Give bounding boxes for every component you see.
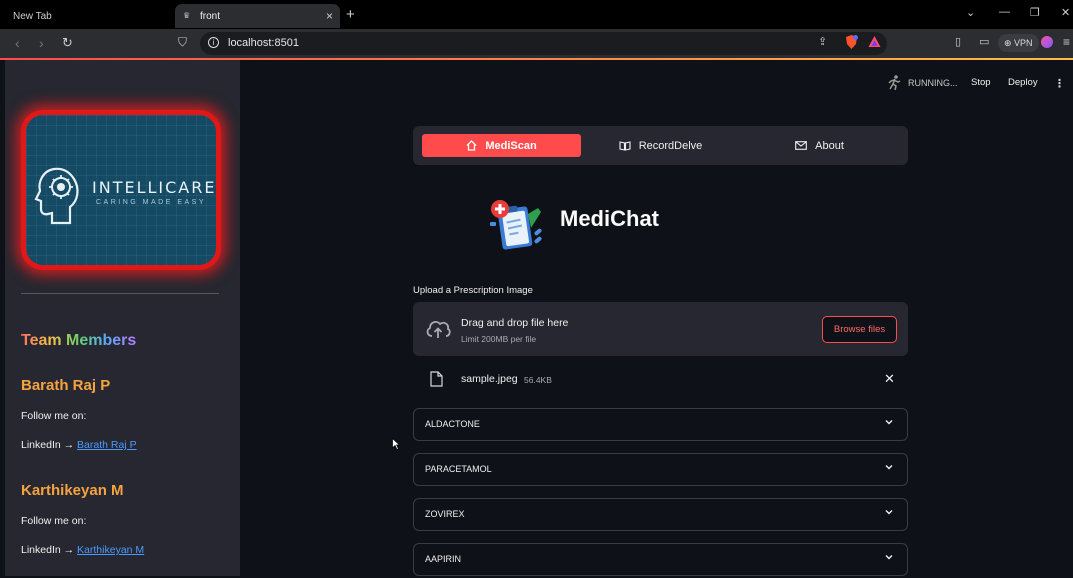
chevron-down-icon	[885, 420, 893, 425]
follow-text: Follow me on:	[21, 410, 87, 422]
share-icon[interactable]: ⇪	[818, 35, 827, 48]
brain-head-icon	[34, 167, 79, 225]
sidebar-toggle-icon[interactable]: ▯	[955, 35, 961, 48]
bookmark-icon[interactable]: ⛉	[178, 35, 187, 50]
expander-label: PARACETAMOL	[425, 464, 492, 474]
envelope-icon	[795, 141, 807, 150]
chevron-down-icon	[885, 510, 893, 515]
uploaded-file-row: sample.jpeg 56.4KB ✕	[413, 366, 908, 394]
remove-file-icon[interactable]: ✕	[884, 371, 895, 387]
upload-label: Upload a Prescription Image	[413, 285, 533, 296]
tab-new-tab[interactable]: New Tab	[6, 4, 166, 28]
follow-text: Follow me on:	[21, 515, 87, 527]
linkedin-prefix: LinkedIn →	[21, 439, 75, 451]
linkedin-link-barath[interactable]: Barath Raj P	[77, 439, 137, 451]
page-title: MediChat	[560, 206, 659, 231]
vpn-button[interactable]: ⊕ VPN	[998, 34, 1039, 52]
wallet-icon[interactable]: ▭	[979, 35, 989, 48]
running-status: RUNNING...	[888, 75, 958, 90]
url-text[interactable]: localhost:8501	[228, 37, 299, 49]
brave-shield-icon[interactable]	[845, 35, 858, 49]
close-window-icon[interactable]: ✕	[1061, 6, 1070, 19]
brave-rewards-icon[interactable]	[868, 35, 881, 49]
file-icon	[430, 371, 443, 387]
site-info-icon[interactable]: i	[208, 37, 219, 48]
linkedin-line: LinkedIn → Barath Raj P	[21, 439, 137, 451]
browser-toolbar: ‹ › ↻ ⛉ i localhost:8501 ⇪ ▯ ▭ ⊕ VPN ≡	[0, 29, 1073, 58]
back-icon[interactable]: ‹	[15, 35, 20, 51]
cloud-upload-icon	[426, 321, 451, 338]
file-dropzone[interactable]: Drag and drop file here Limit 200MB per …	[413, 302, 908, 356]
menu-icon[interactable]: ≡	[1063, 35, 1070, 49]
tab-search-chevron-icon[interactable]: ⌄	[966, 6, 975, 19]
dropzone-instructions: Drag and drop file here	[461, 317, 569, 329]
file-name: sample.jpeg	[461, 373, 518, 385]
book-icon	[619, 140, 631, 151]
close-tab-icon[interactable]: ×	[326, 9, 333, 23]
sidebar-divider	[21, 293, 219, 294]
app-window: New Tab ♛ front × + ⌄ — ❐ ✕ ‹ › ↻ ⛉ i lo…	[0, 0, 1073, 578]
medicine-expander[interactable]: ALDACTONE	[413, 408, 908, 441]
forward-icon[interactable]: ›	[39, 35, 44, 51]
tab-label: front	[200, 10, 221, 22]
navigation-menu: MediScan RecordDelve About	[413, 126, 908, 165]
menu-item-mediscan[interactable]: MediScan	[422, 134, 581, 157]
member-name: Barath Raj P	[21, 377, 111, 394]
streamlit-favicon-icon: ♛	[183, 11, 191, 20]
home-icon	[466, 140, 477, 151]
chevron-down-icon	[885, 555, 893, 560]
vpn-label: VPN	[1014, 38, 1033, 48]
chevron-down-icon	[885, 465, 893, 470]
menu-item-label: About	[815, 139, 844, 152]
status-text: RUNNING...	[908, 77, 958, 88]
intellicare-logo: INTELLICARE CARING MADE EASY	[21, 110, 221, 270]
address-bar[interactable]: i localhost:8501	[200, 32, 887, 55]
logo-tagline: CARING MADE EASY	[96, 199, 207, 206]
member-name: Karthikeyan M	[21, 482, 124, 499]
prescription-clipboard-icon	[490, 200, 542, 250]
main-menu-icon[interactable]: ⋮	[1054, 77, 1065, 90]
expander-label: AAPIRIN	[425, 554, 462, 564]
leo-ai-icon[interactable]	[1041, 36, 1053, 48]
deploy-button[interactable]: Deploy	[1008, 77, 1038, 88]
tab-label: New Tab	[13, 10, 52, 22]
sidebar: INTELLICARE CARING MADE EASY Team Member…	[5, 60, 240, 576]
file-size: 56.4KB	[524, 375, 552, 385]
browser-tab-bar: New Tab ♛ front × + ⌄ — ❐ ✕	[0, 0, 1073, 29]
maximize-icon[interactable]: ❐	[1030, 6, 1040, 19]
menu-item-recorddelve[interactable]: RecordDelve	[581, 134, 740, 157]
medicine-expander[interactable]: PARACETAMOL	[413, 453, 908, 486]
dropzone-limit: Limit 200MB per file	[461, 334, 537, 344]
minimize-icon[interactable]: —	[999, 6, 1010, 18]
browse-files-button[interactable]: Browse files	[822, 316, 897, 343]
expander-label: ZOVIREX	[425, 509, 465, 519]
linkedin-link-karthikeyan[interactable]: Karthikeyan M	[77, 544, 144, 556]
logo-title: INTELLICARE	[92, 178, 217, 197]
medicine-expander[interactable]: AAPIRIN	[413, 543, 908, 576]
linkedin-prefix: LinkedIn →	[21, 544, 75, 556]
menu-item-label: MediScan	[485, 139, 537, 152]
menu-item-about[interactable]: About	[740, 134, 899, 157]
team-members-heading: Team Members	[21, 332, 137, 349]
running-man-icon	[888, 75, 901, 90]
menu-item-label: RecordDelve	[638, 139, 703, 152]
linkedin-line: LinkedIn → Karthikeyan M	[21, 544, 144, 556]
stop-button[interactable]: Stop	[971, 77, 991, 88]
mouse-cursor-icon	[392, 438, 400, 450]
medicine-expander[interactable]: ZOVIREX	[413, 498, 908, 531]
expander-label: ALDACTONE	[425, 419, 480, 429]
tab-front[interactable]: ♛ front ×	[175, 4, 340, 28]
new-tab-button[interactable]: +	[346, 6, 355, 23]
reload-icon[interactable]: ↻	[62, 35, 73, 51]
